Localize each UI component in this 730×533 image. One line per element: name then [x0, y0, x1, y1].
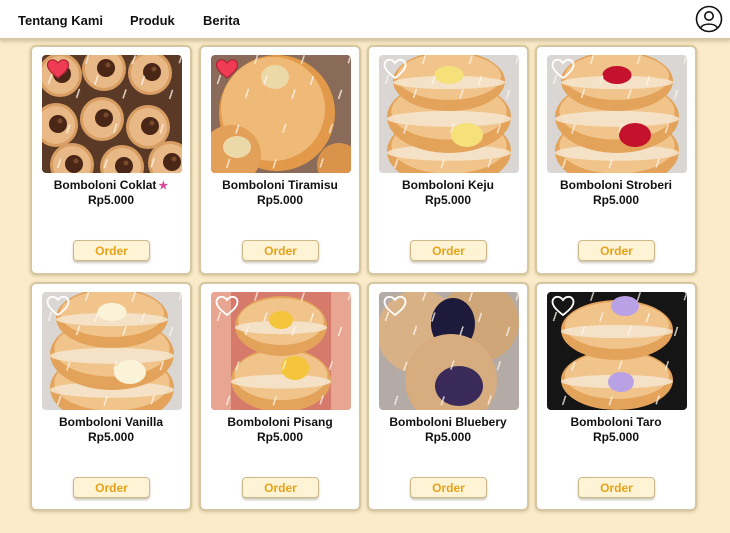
- order-button[interactable]: Order: [73, 477, 150, 498]
- order-button[interactable]: Order: [242, 240, 319, 261]
- product-image: [379, 292, 519, 410]
- product-image: [547, 55, 687, 173]
- product-price: Rp5.000: [592, 193, 640, 207]
- product-name-text: Bomboloni Keju: [402, 178, 494, 192]
- heart-outline-icon[interactable]: [383, 295, 407, 317]
- product-name-text: Bomboloni Vanilla: [58, 415, 163, 429]
- product-image: [42, 292, 182, 410]
- product-price: Rp5.000: [256, 193, 304, 207]
- product-price: Rp5.000: [424, 193, 472, 207]
- product-name: Bomboloni Tiramisu: [201, 178, 359, 192]
- product-name-text: Bomboloni Pisang: [227, 415, 333, 429]
- order-button[interactable]: Order: [410, 477, 487, 498]
- heart-outline-icon[interactable]: [46, 295, 70, 317]
- nav-link-berita[interactable]: Berita: [203, 13, 240, 28]
- product-card: Bomboloni Stroberi Rp5.000 Order: [535, 45, 697, 275]
- product-card: Bomboloni Keju Rp5.000 Order: [367, 45, 529, 275]
- product-price: Rp5.000: [256, 430, 304, 444]
- product-price: Rp5.000: [87, 193, 135, 207]
- nav-link-produk[interactable]: Produk: [130, 13, 175, 28]
- product-name-text: Bomboloni Taro: [570, 415, 662, 429]
- product-card: Bomboloni Taro Rp5.000 Order: [535, 282, 697, 511]
- user-circle-icon[interactable]: [695, 5, 723, 33]
- product-image: [42, 55, 182, 173]
- order-button[interactable]: Order: [578, 477, 655, 498]
- heart-outline-icon[interactable]: [215, 295, 239, 317]
- product-card: Bomboloni Bluebery Rp5.000 Order: [367, 282, 529, 511]
- product-card: Bomboloni Tiramisu Rp5.000 Order: [199, 45, 361, 275]
- product-image: [211, 55, 351, 173]
- heart-filled-icon[interactable]: [46, 58, 70, 80]
- product-name-text: Bomboloni Coklat: [53, 178, 157, 192]
- product-image: [211, 292, 351, 410]
- star-icon: ★: [158, 180, 169, 192]
- product-name: Bomboloni Pisang: [201, 415, 359, 429]
- heart-outline-icon[interactable]: [551, 58, 575, 80]
- heart-outline-icon[interactable]: [383, 58, 407, 80]
- nav-link-tentang-kami[interactable]: Tentang Kami: [18, 13, 103, 28]
- order-button[interactable]: Order: [73, 240, 150, 261]
- product-name-text: Bomboloni Bluebery: [389, 415, 507, 429]
- product-image: [547, 292, 687, 410]
- product-name: Bomboloni Bluebery: [369, 415, 527, 429]
- heart-outline-icon[interactable]: [551, 295, 575, 317]
- product-price: Rp5.000: [424, 430, 472, 444]
- product-name: Bomboloni Vanilla: [32, 415, 190, 429]
- product-name-text: Bomboloni Stroberi: [560, 178, 672, 192]
- product-name: Bomboloni Keju: [369, 178, 527, 192]
- product-name: Bomboloni Stroberi: [537, 178, 695, 192]
- product-name-text: Bomboloni Tiramisu: [222, 178, 338, 192]
- product-name: Bomboloni Coklat ★: [32, 178, 190, 192]
- order-button[interactable]: Order: [242, 477, 319, 498]
- product-image: [379, 55, 519, 173]
- product-price: Rp5.000: [87, 430, 135, 444]
- order-button[interactable]: Order: [410, 240, 487, 261]
- product-name: Bomboloni Taro: [537, 415, 695, 429]
- navbar: Tentang Kami Produk Berita: [0, 0, 730, 40]
- product-card: Bomboloni Pisang Rp5.000 Order: [199, 282, 361, 511]
- product-card: Bomboloni Vanilla Rp5.000 Order: [30, 282, 192, 511]
- product-card: Bomboloni Coklat ★ Rp5.000 Order: [30, 45, 192, 275]
- heart-filled-icon[interactable]: [215, 58, 239, 80]
- order-button[interactable]: Order: [578, 240, 655, 261]
- product-price: Rp5.000: [592, 430, 640, 444]
